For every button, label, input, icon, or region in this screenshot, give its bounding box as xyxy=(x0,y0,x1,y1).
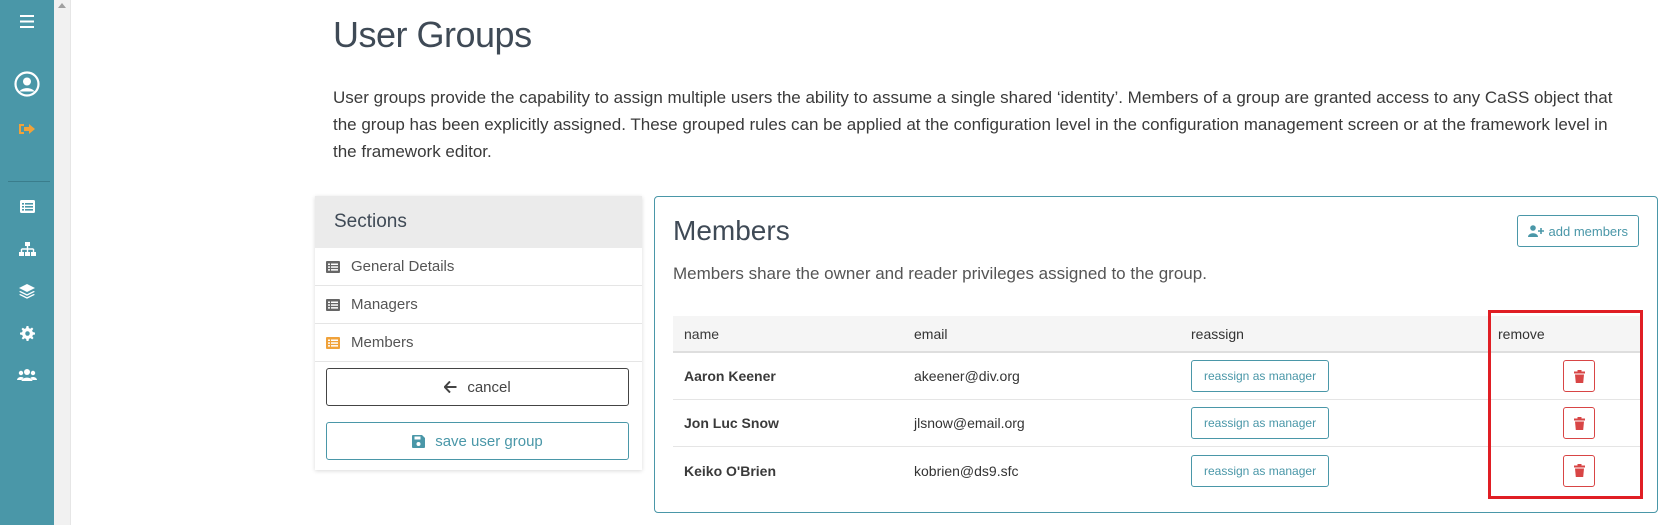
reassign-cell: reassign as manager xyxy=(1191,447,1330,494)
user-circle-icon[interactable] xyxy=(0,70,54,98)
page-title: User Groups xyxy=(333,14,532,55)
members-description: Members share the owner and reader privi… xyxy=(673,264,1207,283)
list-icon xyxy=(326,260,340,273)
users-icon[interactable] xyxy=(0,366,54,384)
member-name: Jon Luc Snow xyxy=(684,415,779,431)
remove-column-highlight xyxy=(1488,310,1643,499)
sections-panel: Sections General Details Managers Member… xyxy=(315,196,642,470)
sitemap-icon[interactable] xyxy=(0,240,54,258)
section-item-label: General Details xyxy=(351,258,455,275)
sign-out-icon[interactable] xyxy=(0,120,54,138)
save-icon xyxy=(412,434,426,448)
reassign-as-manager-button[interactable]: reassign as manager xyxy=(1191,454,1330,487)
section-item-managers[interactable]: Managers xyxy=(315,286,642,324)
member-email: akeener@div.org xyxy=(914,368,1020,384)
member-email: jlsnow@email.org xyxy=(914,415,1025,431)
save-user-group-button[interactable]: save user group xyxy=(326,422,629,460)
reassign-as-manager-button[interactable]: reassign as manager xyxy=(1191,407,1330,439)
add-members-label: add members xyxy=(1548,223,1628,239)
menu-icon[interactable] xyxy=(0,12,54,30)
column-header-reassign: reassign xyxy=(1191,325,1244,342)
section-item-label: Members xyxy=(351,334,414,351)
section-item-label: Managers xyxy=(351,296,418,313)
member-email: kobrien@ds9.sfc xyxy=(914,462,1019,479)
list-icon xyxy=(326,298,340,311)
reassign-cell: reassign as manager xyxy=(1191,353,1330,399)
cancel-button[interactable]: cancel xyxy=(326,368,629,406)
cancel-label: cancel xyxy=(467,378,511,396)
scrollbar[interactable] xyxy=(54,0,71,525)
save-label: save user group xyxy=(435,432,543,450)
gear-icon[interactable] xyxy=(0,324,54,342)
member-name: Keiko O'Brien xyxy=(684,462,777,479)
sections-title: Sections xyxy=(315,196,642,248)
arrow-left-icon xyxy=(444,381,457,393)
member-name: Aaron Keener xyxy=(684,368,776,384)
column-header-email: email xyxy=(914,325,948,342)
list-icon xyxy=(326,336,340,349)
section-item-members[interactable]: Members xyxy=(315,324,642,362)
page-intro: User groups provide the capability to as… xyxy=(333,88,1613,161)
layers-icon[interactable] xyxy=(0,282,54,300)
add-members-button[interactable]: add members xyxy=(1516,215,1639,247)
reassign-as-manager-button[interactable]: reassign as manager xyxy=(1191,360,1330,392)
section-item-general-details[interactable]: General Details xyxy=(315,248,642,286)
sidebar xyxy=(0,0,54,525)
user-plus-icon xyxy=(1527,225,1544,237)
members-title: Members xyxy=(673,215,790,246)
scroll-up-arrow-icon[interactable] xyxy=(58,3,66,8)
sidebar-divider xyxy=(8,181,50,182)
reassign-cell: reassign as manager xyxy=(1191,400,1330,446)
list-icon[interactable] xyxy=(0,198,54,214)
column-header-name: name xyxy=(684,325,720,342)
